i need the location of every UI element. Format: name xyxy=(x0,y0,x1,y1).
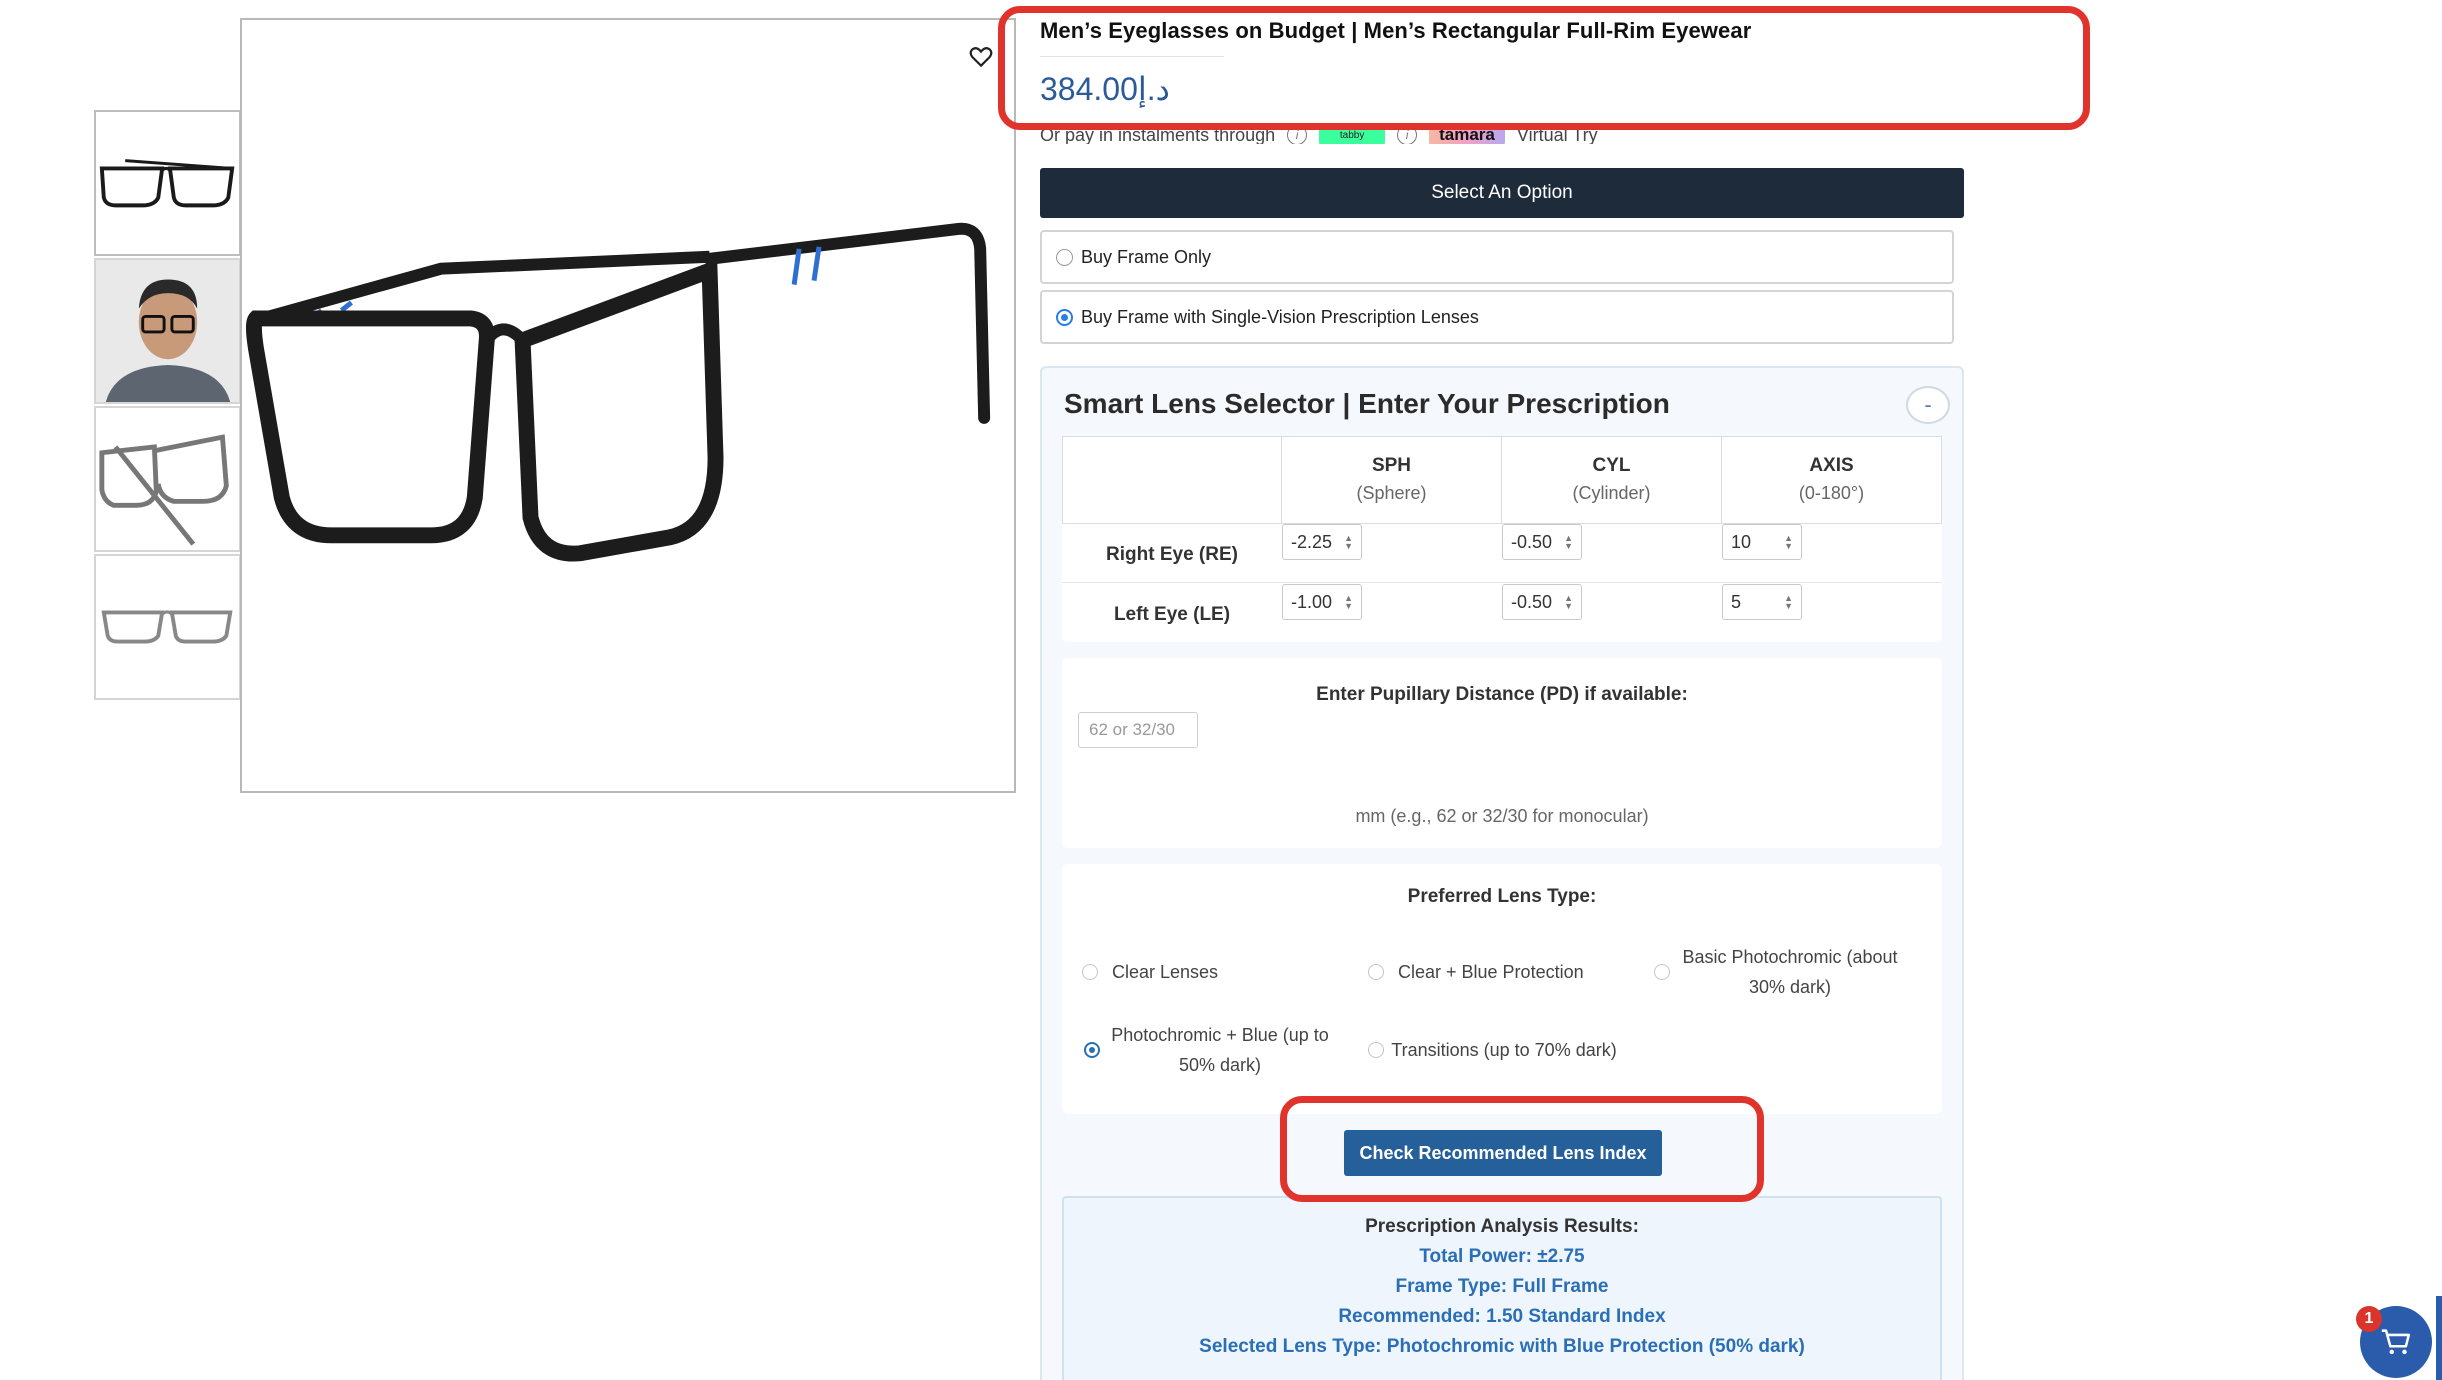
installments-row: Or pay in instalments through i tabby i … xyxy=(1040,120,1640,144)
column-header-axis: AXIS (0-180°) xyxy=(1721,436,1942,524)
smart-lens-selector: Smart Lens Selector | Enter Your Prescri… xyxy=(1040,366,1964,1380)
column-header-cyl: CYL (Cylinder) xyxy=(1501,436,1722,524)
radio-button[interactable] xyxy=(1056,248,1073,266)
pd-label: Enter Pupillary Distance (PD) if availab… xyxy=(1316,684,1688,705)
thumbnail-top-view[interactable] xyxy=(94,554,241,700)
prescription-table: SPH (Sphere) CYL (Cylinder) AXIS (0-180°… xyxy=(1062,436,1942,642)
edge-strip xyxy=(2436,1296,2442,1380)
radio-button[interactable] xyxy=(1082,964,1098,980)
stepper-arrows-icon[interactable]: ▲ ▼ xyxy=(1564,534,1573,551)
select-option-bar[interactable]: Select An Option xyxy=(1040,168,1964,218)
stepper-arrows-icon[interactable]: ▲ ▼ xyxy=(1564,594,1573,611)
lens-option-basic-photochromic[interactable]: Basic Photochromic (about 30% dark) xyxy=(1654,942,1924,1002)
results-frame-type: Frame Type: Full Frame xyxy=(1395,1276,1609,1297)
right-axis-stepper[interactable]: 10 ▲ ▼ xyxy=(1722,524,1802,560)
radio-button-selected[interactable] xyxy=(1084,1042,1100,1058)
radio-button[interactable] xyxy=(1654,964,1670,980)
cart-icon xyxy=(2381,1329,2411,1355)
row-label-left-eye: Left Eye (LE) xyxy=(1113,604,1231,625)
glasses-front-image xyxy=(99,159,235,208)
lens-type-section: Preferred Lens Type: Clear Lenses Clear … xyxy=(1062,864,1942,1114)
results-recommended: Recommended: 1.50 Standard Index xyxy=(1338,1306,1666,1327)
tamara-logo: tamara xyxy=(1429,124,1505,144)
lens-option-clear[interactable]: Clear Lenses xyxy=(1082,942,1332,1002)
option-frame-with-lenses[interactable]: Buy Frame with Single-Vision Prescriptio… xyxy=(1040,290,1954,344)
main-product-image[interactable] xyxy=(240,18,1016,793)
check-lens-index-button[interactable]: Check Recommended Lens Index xyxy=(1344,1130,1662,1176)
cart-count-badge: 1 xyxy=(2356,1306,2382,1332)
left-cyl-stepper[interactable]: -0.50 ▲ ▼ xyxy=(1502,584,1582,620)
divider xyxy=(1040,56,1224,57)
stepper-arrows-icon[interactable]: ▲ ▼ xyxy=(1784,534,1793,551)
option-label: Buy Frame with Single-Vision Prescriptio… xyxy=(1081,306,1479,327)
stepper-arrows-icon[interactable]: ▲ ▼ xyxy=(1784,594,1793,611)
virtual-try-link[interactable]: Virtual Try xyxy=(1517,125,1598,145)
eyeglasses-image xyxy=(245,222,991,562)
glasses-top-image xyxy=(101,610,233,644)
thumbnail-list xyxy=(94,110,241,702)
collapse-button[interactable]: - xyxy=(1906,386,1950,424)
right-sph-stepper[interactable]: -2.25 ▲ ▼ xyxy=(1282,524,1362,560)
thumbnail-front-view[interactable] xyxy=(94,110,241,256)
lens-type-label: Preferred Lens Type: xyxy=(1407,886,1597,907)
thumbnail-model-view[interactable] xyxy=(94,258,241,404)
info-icon[interactable]: i xyxy=(1397,125,1418,144)
lens-option-photochromic-blue[interactable]: Photochromic + Blue (up to 50% dark) xyxy=(1084,1020,1354,1080)
left-sph-stepper[interactable]: -1.00 ▲ ▼ xyxy=(1282,584,1362,620)
pd-section: Enter Pupillary Distance (PD) if availab… xyxy=(1062,658,1942,848)
option-frame-only[interactable]: Buy Frame Only xyxy=(1040,230,1954,284)
product-title: Men’s Eyeglasses on Budget | Men’s Recta… xyxy=(1040,18,1752,43)
stepper-arrows-icon[interactable]: ▲ ▼ xyxy=(1344,594,1353,611)
row-label-right-eye: Right Eye (RE) xyxy=(1106,544,1238,565)
model-wearing-image xyxy=(96,260,239,402)
table-corner-cell xyxy=(1062,436,1282,524)
radio-button[interactable] xyxy=(1368,964,1384,980)
pd-hint: mm (e.g., 62 or 32/30 for monocular) xyxy=(1355,806,1649,826)
panel-title: Smart Lens Selector | Enter Your Prescri… xyxy=(1064,388,1670,419)
right-cyl-stepper[interactable]: -0.50 ▲ ▼ xyxy=(1502,524,1582,560)
heart-icon[interactable] xyxy=(968,44,994,70)
prescription-results: Prescription Analysis Results: Total Pow… xyxy=(1062,1196,1942,1380)
thumbnail-side-view[interactable] xyxy=(94,406,241,552)
results-heading: Prescription Analysis Results: xyxy=(1365,1216,1639,1237)
row-divider xyxy=(1062,582,1942,583)
option-label: Buy Frame Only xyxy=(1081,246,1212,267)
results-total-power: Total Power: ±2.75 xyxy=(1419,1246,1585,1267)
lens-option-transitions[interactable]: Transitions (up to 70% dark) xyxy=(1368,1020,1638,1080)
stepper-arrows-icon[interactable]: ▲ ▼ xyxy=(1344,534,1353,551)
radio-button[interactable] xyxy=(1368,1042,1384,1058)
tabby-logo: tabby xyxy=(1319,124,1386,144)
info-icon[interactable]: i xyxy=(1287,125,1308,144)
radio-button-selected[interactable] xyxy=(1056,308,1073,326)
pd-input[interactable]: 62 or 32/30 xyxy=(1078,712,1198,748)
column-header-sph: SPH (Sphere) xyxy=(1281,436,1502,524)
results-selected-lens: Selected Lens Type: Photochromic with Bl… xyxy=(1199,1336,1805,1357)
glasses-side-image xyxy=(99,434,229,546)
installments-text: Or pay in instalments through xyxy=(1040,124,1276,145)
product-price: 384.00د.إ xyxy=(1040,71,1170,107)
left-axis-stepper[interactable]: 5 ▲ ▼ xyxy=(1722,584,1802,620)
lens-option-clear-blue[interactable]: Clear + Blue Protection xyxy=(1368,942,1618,1002)
